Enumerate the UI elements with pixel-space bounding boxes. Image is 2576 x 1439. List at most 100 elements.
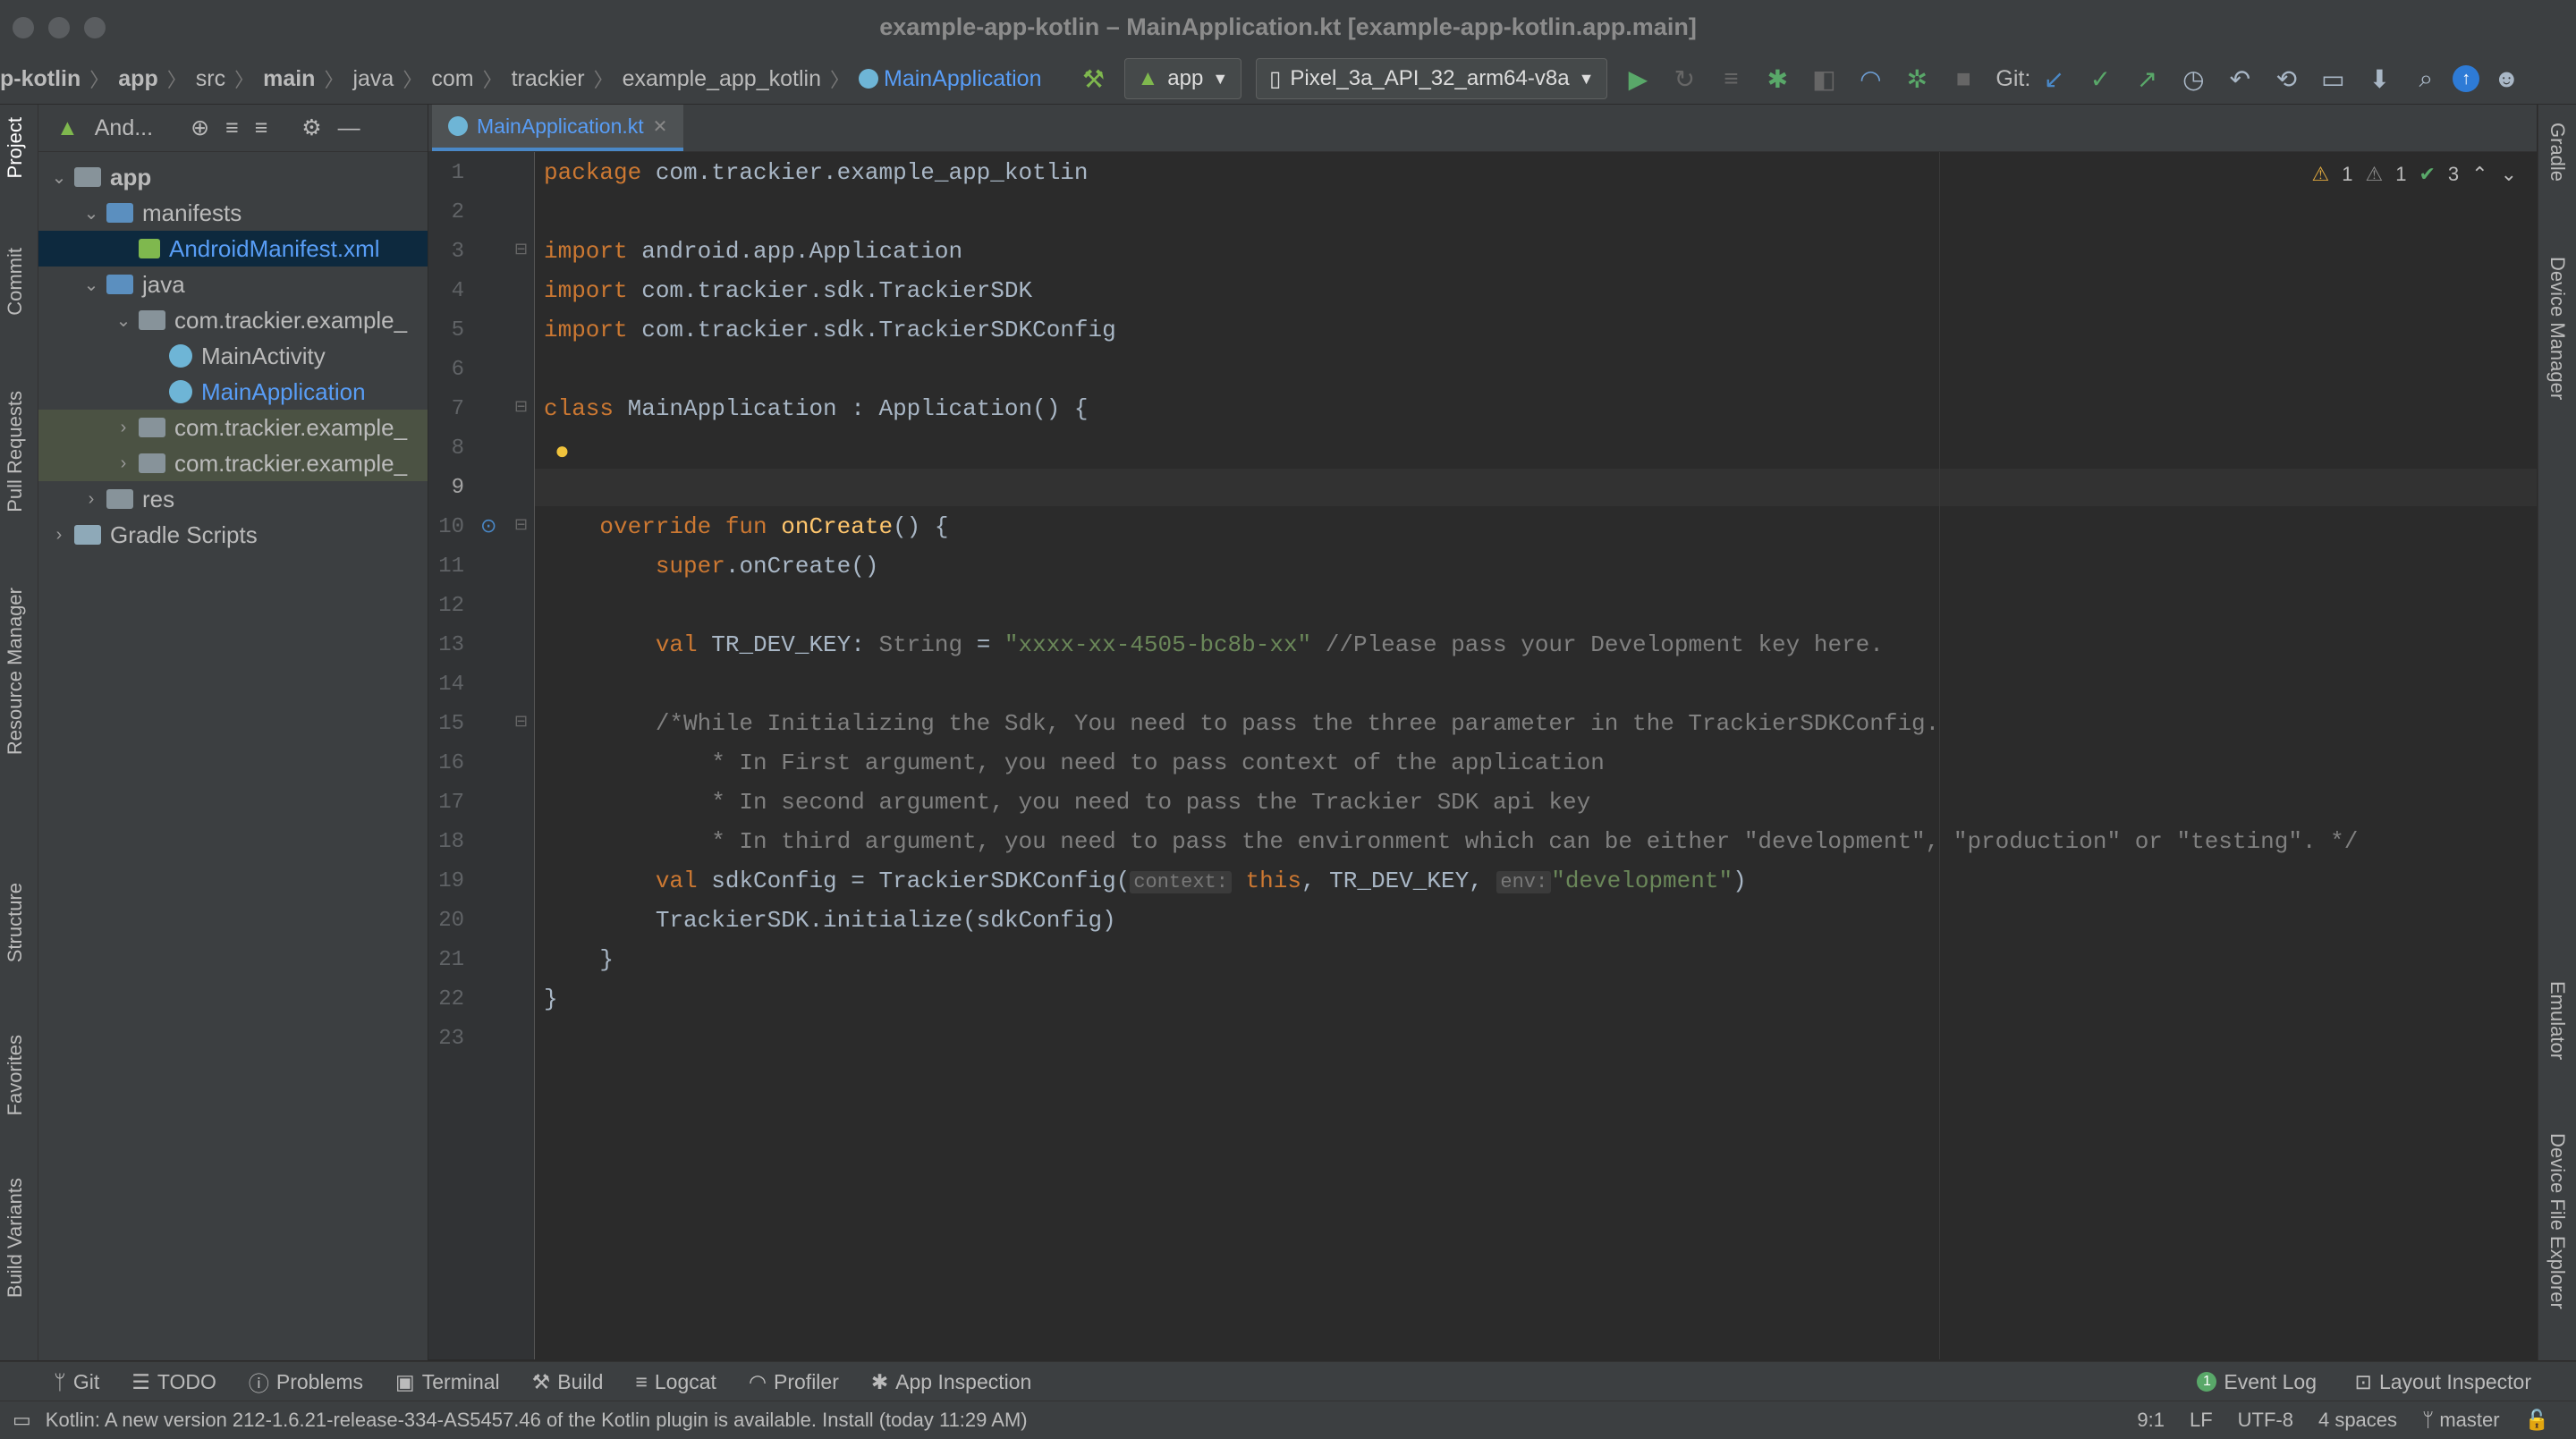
code-editor[interactable]: package com.trackier.example_app_kotlin … xyxy=(535,152,2537,1359)
tree-item-androidmanifest[interactable]: AndroidManifest.xml xyxy=(38,231,428,267)
lightbulb-icon[interactable]: ● xyxy=(555,436,570,465)
device-select[interactable]: ▯ Pixel_3a_API_32_arm64-v8a ▼ xyxy=(1256,58,1608,99)
window-controls[interactable] xyxy=(13,17,106,38)
device-manager-icon[interactable]: ▭ xyxy=(2313,59,2352,98)
git-push-icon[interactable]: ↗ xyxy=(2127,59,2166,98)
tree-item-package-androidtest[interactable]: › com.trackier.example_ xyxy=(38,410,428,445)
indent-setting[interactable]: 4 spaces xyxy=(2318,1409,2397,1432)
breadcrumb-app[interactable]: app xyxy=(118,66,157,92)
tree-item-package[interactable]: ⌄ com.trackier.example_ xyxy=(38,302,428,338)
collapse-all-icon[interactable]: ≡ xyxy=(255,115,268,141)
tab-structure[interactable]: Structure xyxy=(4,883,27,962)
chevron-up-icon[interactable]: ⌃ xyxy=(2471,163,2487,186)
tab-resource-manager[interactable]: Resource Manager xyxy=(4,588,27,755)
chevron-down-icon[interactable]: ⌄ xyxy=(114,309,133,332)
git-update-icon[interactable]: ↙ xyxy=(2034,59,2073,98)
coverage-icon[interactable]: ◧ xyxy=(1804,59,1843,98)
breadcrumb-java[interactable]: java xyxy=(352,66,394,92)
tool-build[interactable]: ⚒ Build xyxy=(532,1370,604,1394)
tab-project[interactable]: Project xyxy=(4,117,27,178)
line-separator[interactable]: LF xyxy=(2190,1409,2213,1432)
file-encoding[interactable]: UTF-8 xyxy=(2238,1409,2293,1432)
tool-todo[interactable]: ☰ TODO xyxy=(131,1370,216,1394)
attach-debugger-icon[interactable]: ✲ xyxy=(1897,59,1936,98)
override-marker-icon[interactable]: ⊙ xyxy=(480,514,496,538)
fold-icon[interactable]: ⊟ xyxy=(514,712,528,731)
gear-icon[interactable]: ⚙ xyxy=(301,114,321,141)
hammer-build-icon[interactable]: ⚒ xyxy=(1074,59,1114,98)
chevron-right-icon[interactable]: › xyxy=(114,453,133,474)
chevron-down-icon[interactable]: ⌄ xyxy=(49,166,69,189)
fold-icon[interactable]: ⊟ xyxy=(514,240,528,258)
toggle-tool-windows-icon[interactable]: ▭ xyxy=(13,1409,31,1432)
git-history-icon[interactable]: ◷ xyxy=(2174,59,2213,98)
git-branch[interactable]: ᛘ master xyxy=(2422,1409,2500,1432)
tool-terminal[interactable]: ▣ Terminal xyxy=(395,1370,500,1394)
sdk-manager-icon[interactable]: ⬇ xyxy=(2360,59,2399,98)
stop-icon[interactable]: ■ xyxy=(1944,59,1983,98)
tool-logcat[interactable]: ≡ Logcat xyxy=(635,1370,716,1394)
run-config-select[interactable]: ▲ app ▼ xyxy=(1123,58,1242,99)
rerun-icon[interactable]: ↻ xyxy=(1665,59,1704,98)
tab-device-manager[interactable]: Device Manager xyxy=(2546,257,2569,400)
gradle-sync-icon[interactable]: ⟲ xyxy=(2267,59,2306,98)
tab-pull-requests[interactable]: Pull Requests xyxy=(4,391,27,512)
breadcrumb-class[interactable]: MainApplication xyxy=(884,66,1042,92)
close-tab-icon[interactable]: ✕ xyxy=(653,115,668,138)
debug-icon[interactable]: ✱ xyxy=(1758,59,1797,98)
tool-problems[interactable]: ⓘ Problems xyxy=(249,1367,363,1397)
tab-build-variants[interactable]: Build Variants xyxy=(4,1178,27,1298)
search-icon[interactable]: ⌕ xyxy=(2406,59,2445,98)
tree-item-manifests[interactable]: ⌄ manifests xyxy=(38,195,428,231)
chevron-right-icon[interactable]: › xyxy=(81,489,101,510)
maximize-window-icon[interactable] xyxy=(84,17,106,38)
status-message[interactable]: Kotlin: A new version 212-1.6.21-release… xyxy=(46,1409,1028,1432)
breadcrumb-package[interactable]: example_app_kotlin xyxy=(623,66,821,92)
apply-changes-icon[interactable]: ≡ xyxy=(1711,59,1750,98)
git-commit-icon[interactable]: ✓ xyxy=(2080,59,2120,98)
tool-layout-inspector[interactable]: ⊡ Layout Inspector xyxy=(2355,1370,2531,1394)
caret-position[interactable]: 9:1 xyxy=(2137,1409,2165,1432)
breadcrumb-main[interactable]: main xyxy=(263,66,315,92)
tree-item-package-test[interactable]: › com.trackier.example_ xyxy=(38,445,428,481)
close-window-icon[interactable] xyxy=(13,17,34,38)
chevron-down-icon[interactable]: ⌄ xyxy=(2501,163,2517,186)
breadcrumb-com[interactable]: com xyxy=(431,66,473,92)
tab-favorites[interactable]: Favorites xyxy=(4,1035,27,1115)
project-view-select[interactable]: And... xyxy=(95,115,153,141)
git-rollback-icon[interactable]: ↶ xyxy=(2220,59,2259,98)
chevron-down-icon[interactable]: ⌄ xyxy=(81,202,101,224)
breadcrumb-project[interactable]: p-kotlin xyxy=(0,66,80,92)
fold-icon[interactable]: ⊟ xyxy=(514,397,528,416)
tree-item-gradle-scripts[interactable]: › Gradle Scripts xyxy=(38,517,428,553)
chevron-right-icon[interactable]: › xyxy=(114,418,133,438)
run-icon[interactable]: ▶ xyxy=(1618,59,1657,98)
tool-git[interactable]: ᛘ Git xyxy=(54,1370,99,1394)
chevron-down-icon[interactable]: ⌄ xyxy=(81,274,101,296)
tab-gradle[interactable]: Gradle xyxy=(2546,123,2569,182)
tab-commit[interactable]: Commit xyxy=(4,248,27,316)
tab-emulator[interactable]: Emulator xyxy=(2546,981,2569,1060)
locate-icon[interactable]: ⊕ xyxy=(191,114,209,141)
tool-event-log[interactable]: 1 Event Log xyxy=(2197,1370,2317,1394)
tree-item-mainactivity[interactable]: MainActivity xyxy=(38,338,428,374)
minimize-window-icon[interactable] xyxy=(48,17,70,38)
fold-icon[interactable]: ⊟ xyxy=(514,515,528,534)
chevron-right-icon[interactable]: › xyxy=(49,525,69,546)
tree-item-res[interactable]: › res xyxy=(38,481,428,517)
breadcrumb-trackier[interactable]: trackier xyxy=(512,66,585,92)
hide-icon[interactable]: — xyxy=(338,115,360,141)
editor-tab-mainapplication[interactable]: MainApplication.kt ✕ xyxy=(432,105,684,151)
inspection-widget[interactable]: ⚠ 1 ⚠ 1 ✔ 3 ⌃ ⌄ xyxy=(2311,163,2517,186)
expand-all-icon[interactable]: ≡ xyxy=(225,115,239,141)
update-icon[interactable]: ↑ xyxy=(2453,65,2480,92)
breadcrumb-src[interactable]: src xyxy=(196,66,225,92)
tree-item-java[interactable]: ⌄ java xyxy=(38,267,428,302)
tool-profiler[interactable]: ◠ Profiler xyxy=(749,1370,839,1394)
tool-app-inspection[interactable]: ✱ App Inspection xyxy=(871,1370,1031,1394)
profile-icon[interactable]: ◠ xyxy=(1851,59,1890,98)
tab-device-file-explorer[interactable]: Device File Explorer xyxy=(2546,1133,2569,1309)
lock-icon[interactable]: 🔓 xyxy=(2525,1409,2549,1432)
tree-item-mainapplication[interactable]: MainApplication xyxy=(38,374,428,410)
tree-item-app[interactable]: ⌄ app xyxy=(38,159,428,195)
